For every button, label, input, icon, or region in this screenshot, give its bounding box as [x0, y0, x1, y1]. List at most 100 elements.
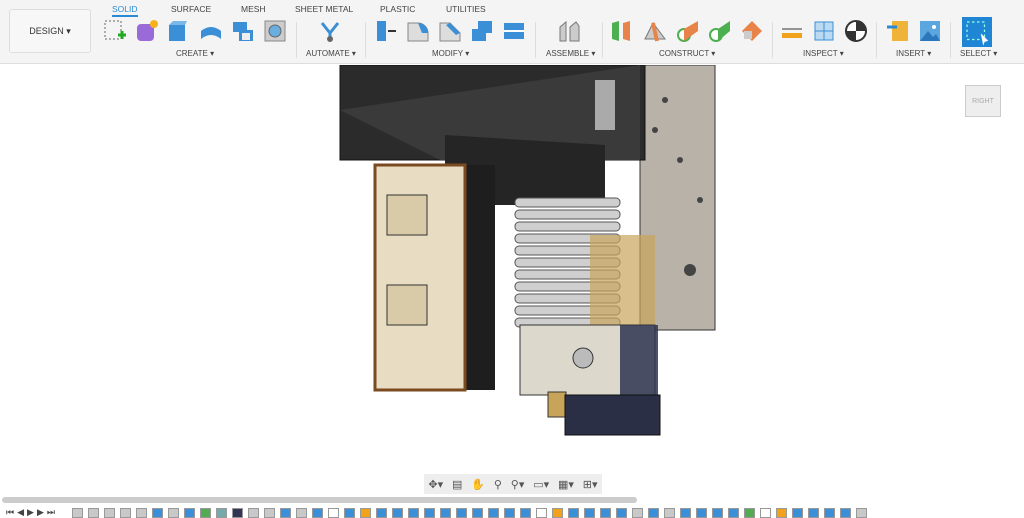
tangent-plane-icon[interactable]	[676, 19, 700, 43]
combine-icon[interactable]	[470, 19, 494, 43]
workspace-dropdown[interactable]: DESIGN ▾	[9, 9, 91, 53]
timeline-feature-icon[interactable]	[119, 507, 131, 518]
timeline-feature-icon[interactable]	[375, 507, 387, 518]
timeline-feature-icon[interactable]	[791, 507, 803, 518]
grid-settings-icon[interactable]: ▦▾	[558, 478, 574, 491]
look-at-icon[interactable]: ▤	[452, 478, 462, 491]
timeline-feature-icon[interactable]	[215, 507, 227, 518]
offset-plane-icon[interactable]	[610, 19, 634, 43]
insert-derive-icon[interactable]	[886, 19, 910, 43]
timeline-feature-icon[interactable]	[471, 507, 483, 518]
orbit-icon[interactable]: ✥▾	[428, 478, 443, 491]
timeline-feature-icon[interactable]	[359, 507, 371, 518]
timeline-feature-icon[interactable]	[695, 507, 707, 518]
timeline-feature-icon[interactable]	[727, 507, 739, 518]
tab-mesh[interactable]: MESH	[241, 4, 266, 14]
sweep-icon[interactable]	[231, 19, 255, 43]
timeline-feature-icon[interactable]	[327, 507, 339, 518]
timeline-feature-icon[interactable]	[551, 507, 563, 518]
select-icon[interactable]	[962, 17, 992, 47]
timeline-feature-icon[interactable]	[583, 507, 595, 518]
timeline-feature-icon[interactable]	[295, 507, 307, 518]
chamfer-icon[interactable]	[438, 19, 462, 43]
timeline-feature-icon[interactable]	[807, 507, 819, 518]
plane-at-angle-icon[interactable]	[643, 19, 667, 43]
timeline-feature-icon[interactable]	[775, 507, 787, 518]
create-menu[interactable]: CREATE ▾	[176, 49, 214, 58]
timeline-feature-icon[interactable]	[407, 507, 419, 518]
pan-icon[interactable]: ✋	[471, 478, 485, 491]
extrude-icon[interactable]	[167, 19, 191, 43]
timeline-feature-icon[interactable]	[423, 507, 435, 518]
timeline-feature-icon[interactable]	[615, 507, 627, 518]
timeline-start-button[interactable]: ⏮	[6, 507, 14, 518]
select-menu[interactable]: SELECT ▾	[960, 49, 997, 58]
timeline-feature-icon[interactable]	[455, 507, 467, 518]
construct-menu[interactable]: CONSTRUCT ▾	[659, 49, 715, 58]
timeline-feature-icon[interactable]	[263, 507, 275, 518]
midplane-icon[interactable]	[708, 19, 732, 43]
timeline-feature-icon[interactable]	[535, 507, 547, 518]
joint-icon[interactable]	[557, 19, 581, 43]
3d-viewport[interactable]	[0, 65, 1024, 495]
timeline-feature-icon[interactable]	[135, 507, 147, 518]
viewcube[interactable]: RIGHT	[965, 85, 1001, 117]
timeline-feature-icon[interactable]	[199, 507, 211, 518]
tab-utilities[interactable]: UTILITIES	[446, 4, 486, 14]
timeline-feature-icon[interactable]	[839, 507, 851, 518]
tab-sheet-metal[interactable]: SHEET METAL	[295, 4, 353, 14]
tab-solid[interactable]: SOLID	[112, 4, 138, 17]
timeline-feature-icon[interactable]	[759, 507, 771, 518]
timeline-feature-icon[interactable]	[87, 507, 99, 518]
timeline-feature-icon[interactable]	[855, 507, 867, 518]
section-analysis-icon[interactable]	[812, 19, 836, 43]
measure-icon[interactable]	[780, 19, 804, 43]
automate-menu[interactable]: AUTOMATE ▾	[306, 49, 356, 58]
tab-surface[interactable]: SURFACE	[171, 4, 211, 14]
inspect-menu[interactable]: INSPECT ▾	[803, 49, 844, 58]
timeline-end-button[interactable]: ⏭	[47, 507, 55, 518]
viewports-icon[interactable]: ⊞▾	[583, 478, 598, 491]
timeline-feature-icon[interactable]	[519, 507, 531, 518]
tab-plastic[interactable]: PLASTIC	[380, 4, 415, 14]
timeline-feature-icon[interactable]	[183, 507, 195, 518]
revolve-icon[interactable]	[199, 19, 223, 43]
timeline-feature-icon[interactable]	[279, 507, 291, 518]
assemble-menu[interactable]: ASSEMBLE ▾	[546, 49, 595, 58]
timeline-feature-icon[interactable]	[311, 507, 323, 518]
timeline-feature-icon[interactable]	[679, 507, 691, 518]
shell-icon[interactable]	[502, 19, 526, 43]
timeline-feature-icon[interactable]	[823, 507, 835, 518]
timeline-feature-icon[interactable]	[247, 507, 259, 518]
timeline-back-button[interactable]: ◀	[17, 507, 24, 518]
timeline-feature-icon[interactable]	[631, 507, 643, 518]
timeline-feature-icon[interactable]	[503, 507, 515, 518]
form-icon[interactable]	[135, 19, 159, 43]
timeline-feature-icon[interactable]	[391, 507, 403, 518]
automate-icon[interactable]	[318, 19, 342, 43]
modify-menu[interactable]: MODIFY ▾	[432, 49, 469, 58]
timeline-play-button[interactable]: ▶	[27, 507, 34, 518]
insert-canvas-icon[interactable]	[918, 19, 942, 43]
timeline-feature-icon[interactable]	[647, 507, 659, 518]
timeline-feature-icon[interactable]	[567, 507, 579, 518]
timeline-feature-icon[interactable]	[487, 507, 499, 518]
timeline-feature-icon[interactable]	[439, 507, 451, 518]
timeline-feature-icon[interactable]	[343, 507, 355, 518]
timeline-forward-button[interactable]: ▶	[37, 507, 44, 518]
hole-icon[interactable]	[263, 19, 287, 43]
plane-through-points-icon[interactable]	[740, 19, 764, 43]
fit-icon[interactable]: ⚲▾	[511, 478, 525, 491]
timeline-feature-icon[interactable]	[711, 507, 723, 518]
press-pull-icon[interactable]	[374, 19, 398, 43]
display-settings-icon[interactable]: ▭▾	[533, 478, 549, 491]
timeline-feature-icon[interactable]	[167, 507, 179, 518]
insert-menu[interactable]: INSERT ▾	[896, 49, 931, 58]
timeline-feature-icon[interactable]	[663, 507, 675, 518]
timeline-feature-icon[interactable]	[743, 507, 755, 518]
timeline-feature-icon[interactable]	[231, 507, 243, 518]
fillet-icon[interactable]	[406, 19, 430, 43]
timeline-feature-icon[interactable]	[151, 507, 163, 518]
center-of-mass-icon[interactable]	[844, 19, 868, 43]
timeline-feature-icon[interactable]	[103, 507, 115, 518]
